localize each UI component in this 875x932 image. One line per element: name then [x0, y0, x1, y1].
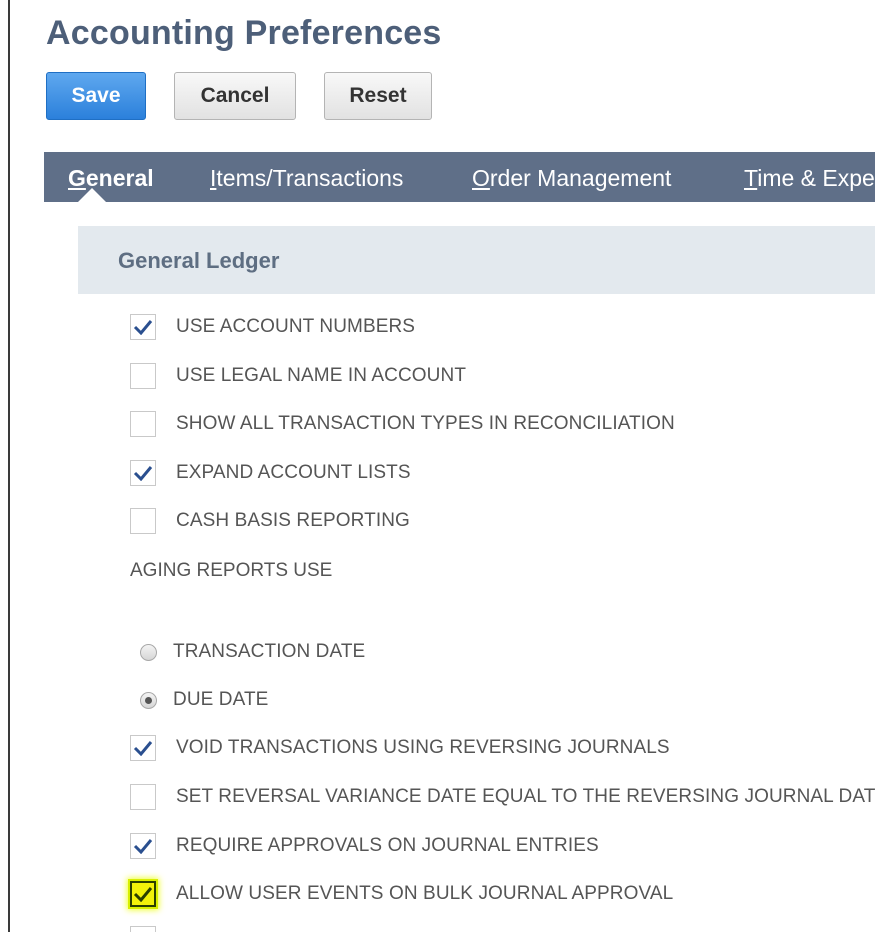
use-account-numbers-checkbox[interactable]: [130, 314, 156, 340]
require-approvals-journal-label: REQUIRE APPROVALS ON JOURNAL ENTRIES: [176, 835, 599, 856]
option-aging-transaction-date: TRANSACTION DATE: [130, 637, 365, 667]
aging-transaction-date-radio[interactable]: [140, 643, 157, 661]
checkmark-icon: [133, 320, 153, 335]
option-cash-basis-reporting: CASH BASIS REPORTING: [130, 506, 410, 536]
allow-user-events-bulk-label: ALLOW USER EVENTS ON BULK JOURNAL APPROV…: [176, 883, 674, 904]
main-frame: Accounting Preferences Save Cancel Reset…: [8, 0, 875, 932]
aging-reports-use-label: AGING REPORTS USE: [130, 560, 333, 581]
set-reversal-variance-date-checkbox[interactable]: [130, 784, 156, 810]
use-legal-name-label: USE LEGAL NAME IN ACCOUNT: [176, 365, 467, 386]
save-button[interactable]: Save: [46, 72, 146, 120]
option-void-using-reversing: VOID TRANSACTIONS USING REVERSING JOURNA…: [130, 733, 670, 763]
show-all-transaction-types-checkbox[interactable]: [130, 411, 156, 437]
tab-order-accesskey: O: [472, 165, 490, 191]
option-next-partial: [130, 924, 176, 932]
aging-due-date-radio[interactable]: [140, 691, 157, 709]
aging-transaction-date-label: TRANSACTION DATE: [173, 641, 366, 662]
tab-items-transactions[interactable]: Items/Transactions: [210, 152, 403, 202]
option-show-all-transaction-types: SHOW ALL TRANSACTION TYPES IN RECONCILIA…: [130, 409, 675, 439]
aging-due-date-label: DUE DATE: [173, 689, 269, 710]
option-require-approvals-journal: REQUIRE APPROVALS ON JOURNAL ENTRIES: [130, 831, 599, 861]
option-set-reversal-variance-date: SET REVERSAL VARIANCE DATE EQUAL TO THE …: [130, 782, 875, 812]
use-legal-name-checkbox[interactable]: [130, 363, 156, 389]
option-allow-user-events-bulk: ALLOW USER EVENTS ON BULK JOURNAL APPROV…: [130, 879, 673, 909]
page-title: Accounting Preferences: [46, 14, 442, 52]
section-header: General Ledger: [78, 226, 875, 294]
tab-bar: General Items/Transactions Order Managem…: [44, 152, 875, 202]
tab-order-management[interactable]: Order Management: [472, 152, 671, 202]
tab-time-expenses[interactable]: Time & Expenses: [744, 152, 875, 202]
require-approvals-journal-checkbox[interactable]: [130, 833, 156, 859]
checkmark-icon: [133, 839, 153, 854]
use-account-numbers-label: USE ACCOUNT NUMBERS: [176, 316, 416, 337]
tab-items-label: tems/Transactions: [216, 165, 404, 191]
option-use-legal-name: USE LEGAL NAME IN ACCOUNT: [130, 361, 466, 391]
active-tab-caret: [78, 188, 106, 202]
set-reversal-variance-date-label: SET REVERSAL VARIANCE DATE EQUAL TO THE …: [176, 786, 875, 807]
option-aging-due-date: DUE DATE: [130, 685, 268, 715]
tab-order-label: rder Management: [489, 165, 672, 191]
section-title: General Ledger: [118, 248, 280, 273]
cash-basis-reporting-checkbox[interactable]: [130, 508, 156, 534]
expand-account-lists-checkbox[interactable]: [130, 460, 156, 486]
reset-button[interactable]: Reset: [324, 72, 432, 120]
show-all-transaction-types-label: SHOW ALL TRANSACTION TYPES IN RECONCILIA…: [176, 413, 675, 434]
allow-user-events-bulk-checkbox[interactable]: [130, 881, 156, 907]
expand-account-lists-label: EXPAND ACCOUNT LISTS: [176, 462, 411, 483]
option-use-account-numbers: USE ACCOUNT NUMBERS: [130, 312, 415, 342]
void-using-reversing-label: VOID TRANSACTIONS USING REVERSING JOURNA…: [176, 737, 670, 758]
tab-time-label: ime & Expenses: [757, 165, 875, 191]
checkmark-icon: [133, 741, 153, 756]
cancel-button[interactable]: Cancel: [174, 72, 296, 120]
cash-basis-reporting-label: CASH BASIS REPORTING: [176, 510, 410, 531]
checkmark-icon: [133, 466, 153, 481]
checkmark-icon: [133, 887, 153, 902]
void-using-reversing-checkbox[interactable]: [130, 735, 156, 761]
tab-time-accesskey: T: [744, 165, 758, 191]
next-option-checkbox[interactable]: [130, 926, 156, 932]
option-expand-account-lists: EXPAND ACCOUNT LISTS: [130, 458, 411, 488]
